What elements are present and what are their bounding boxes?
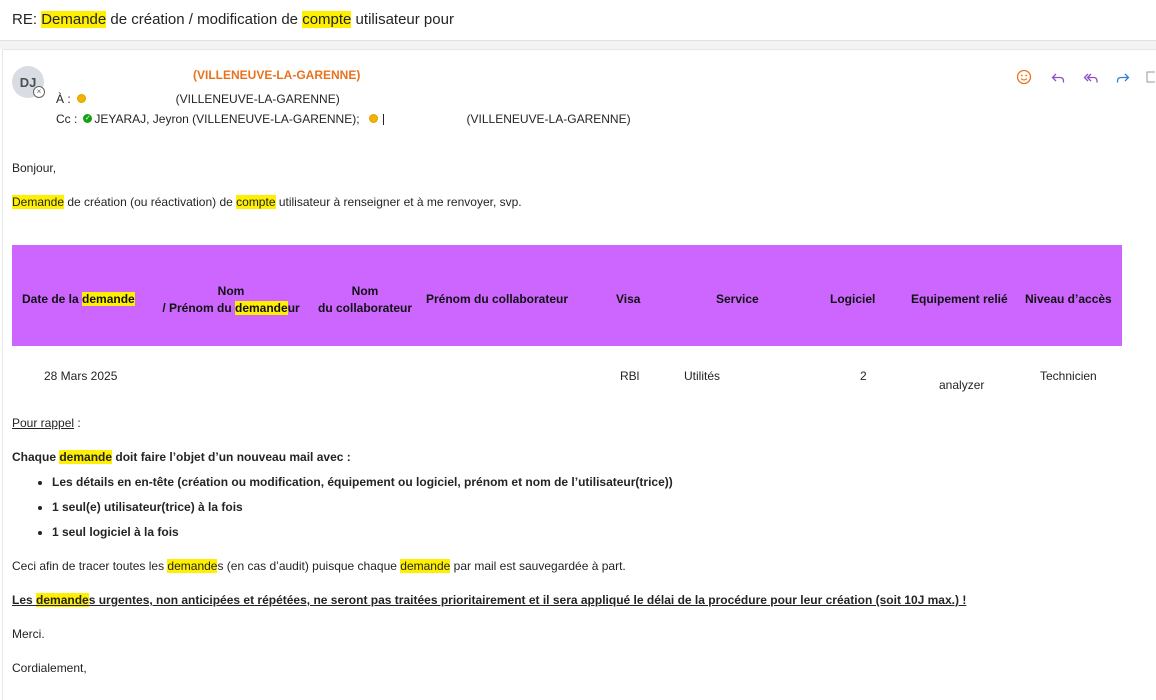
presence-away-icon: [368, 114, 378, 124]
col-visa: Visa: [616, 292, 641, 306]
highlight-demande: demande: [36, 593, 89, 607]
cell-date: 28 Mars 2025: [44, 369, 118, 383]
intro-paragraph: Demande de création (ou réactivation) de…: [12, 195, 522, 209]
request-table-header: Date de la demande Nom / Prénom du deman…: [12, 245, 1122, 346]
forward-icon[interactable]: [1111, 66, 1135, 88]
presence-away-icon: [76, 94, 86, 104]
closing: Cordialement,: [12, 661, 87, 675]
highlight-demande: demande: [400, 559, 451, 573]
greeting: Bonjour,: [12, 161, 57, 175]
subject-suffix: utilisateur pour: [351, 11, 454, 28]
subject-bar: RE: Demande de création / modification d…: [0, 0, 1156, 41]
col-equipement: Equipement relié: [911, 292, 1008, 306]
col-nom-collaborateur: Nom du collaborateur: [317, 284, 412, 315]
list-item: 1 seul(e) utilisateur(trice) à la fois: [52, 495, 673, 520]
more-actions-icon[interactable]: [1142, 66, 1156, 88]
rappel-line: Pour rappel :: [12, 416, 81, 430]
to-label: À :: [56, 92, 71, 106]
rappel-colon: :: [74, 416, 81, 430]
col-logiciel: Logiciel: [830, 292, 876, 306]
emoji-icon[interactable]: [1012, 66, 1036, 88]
cell-visa: RBl: [620, 369, 640, 383]
rules-list: Les détails en en-tête (création ou modi…: [12, 470, 673, 545]
col-date: Date de la demande: [22, 292, 135, 306]
col-prenom: Prénom du collaborateur: [426, 292, 569, 306]
intro-text: de création (ou réactivation) de: [64, 195, 237, 209]
cell-logiciel: 2: [860, 369, 867, 383]
cc-label: Cc :: [56, 112, 78, 126]
merci: Merci.: [12, 627, 45, 641]
cell-equipement: analyzer: [939, 378, 985, 392]
intro-text: utilisateur à renseigner et à me renvoye…: [275, 195, 522, 209]
cc-recipient-1[interactable]: JEYARAJ, Jeyron (VILLENEUVE-LA-GARENNE);: [94, 112, 359, 126]
subject-prefix: RE:: [12, 11, 42, 28]
col-service: Service: [716, 292, 759, 306]
cc-recipient-2[interactable]: (VILLENEUVE-LA-GARENNE): [467, 112, 631, 126]
presence-offline-icon: ×: [33, 86, 45, 98]
to-recipient[interactable]: (VILLENEUVE-LA-GARENNE): [176, 92, 340, 106]
rappel-label: Pour rappel: [12, 416, 75, 430]
email-subject: RE: Demande de création / modification d…: [12, 11, 454, 28]
subject-highlight-compte: compte: [302, 11, 352, 28]
col-niveau: Niveau d’accès: [1025, 292, 1112, 306]
subject-middle: de création / modification de: [106, 11, 303, 28]
reply-all-icon[interactable]: [1079, 66, 1103, 88]
subject-highlight-demande: Demande: [41, 11, 107, 28]
reply-icon[interactable]: [1046, 66, 1070, 88]
col-nom-demandeur: Nom / Prénom du demandeur: [162, 284, 300, 315]
reading-pane-gap: [0, 41, 1156, 49]
chaque-line: Chaque demande doit faire l’objet d’un n…: [12, 450, 351, 464]
urgent-warning: Les demandes urgentes, non anticipées et…: [12, 593, 967, 607]
ceci-paragraph: Ceci afin de tracer toutes les demandes …: [12, 559, 626, 573]
presence-available-icon: ✓: [83, 114, 93, 124]
cc-line: Cc : ✓ JEYARAJ, Jeyron (VILLENEUVE-LA-GARE…: [56, 112, 631, 126]
sender-name[interactable]: (VILLENEUVE-LA-GARENNE): [193, 68, 360, 82]
cell-niveau: Technicien: [1040, 369, 1097, 383]
list-item: Les détails en en-tête (création ou modi…: [52, 470, 673, 495]
to-line: À : (VILLENEUVE-LA-GARENNE): [56, 92, 340, 106]
list-item: 1 seul logiciel à la fois: [52, 520, 673, 545]
cell-service: Utilités: [684, 369, 721, 383]
highlight-compte: compte: [236, 195, 276, 209]
highlight-demande: Demande: [12, 195, 65, 209]
highlight-demande: demande: [167, 559, 218, 573]
highlight-demande: demande: [59, 450, 113, 464]
text-cursor: [382, 114, 384, 126]
